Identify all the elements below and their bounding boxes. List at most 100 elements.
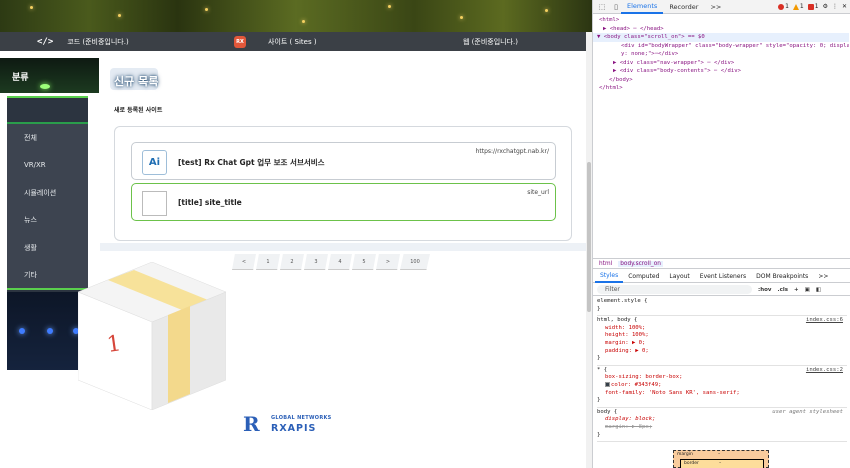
dom-line[interactable]: <div id="bodyWrapper" class="body-wrappe… [599, 42, 849, 51]
rule-selector[interactable]: element.style { [597, 298, 847, 306]
tab-layout[interactable]: Layout [664, 270, 694, 283]
styles-filter-bar: Filter :hov .cls + ▣ ◧ [593, 284, 850, 296]
dom-line[interactable]: </body> [599, 76, 849, 85]
breadcrumb: html body.scroll_on [593, 258, 850, 269]
dom-line-selected[interactable]: ▼ <body class="scroll_on"> == $0 [593, 33, 849, 42]
styles-pane: element.style { } index.css:6 html, body… [597, 297, 847, 443]
rule-close: } [597, 355, 601, 362]
dom-line[interactable]: ▶ <head> ⋯ </head> [599, 25, 849, 34]
rule-source-link[interactable]: index.css:6 [806, 317, 843, 325]
page-button-4[interactable]: 4 [328, 254, 352, 270]
dom-line[interactable]: ▶ <div class="body-contents"> ⋯ </div> [599, 67, 849, 76]
add-rule-button[interactable]: + [794, 287, 799, 293]
dom-line[interactable]: y: none;">⋯</div> [599, 50, 849, 59]
error-icon [778, 3, 785, 10]
style-property[interactable]: color: #343f49; [597, 381, 847, 390]
paint-icon[interactable]: ▣ [805, 287, 810, 293]
style-property[interactable]: padding: ▶ 0; [597, 348, 847, 356]
rule-close: } [597, 397, 601, 404]
page-prev-button[interactable]: < [232, 254, 256, 270]
sidebar: 전체 VR/XR 시뮬레이션 뉴스 생활 기타 [7, 96, 88, 370]
nav-code[interactable]: </> 코드 (준비중입니다.) [37, 32, 129, 51]
box-model-margin-value[interactable]: – [718, 452, 720, 457]
filter-input[interactable]: Filter [597, 285, 752, 294]
style-property[interactable]: width: 100%; [597, 325, 847, 333]
style-property[interactable]: display: block; [597, 416, 847, 424]
style-property[interactable]: height: 100%; [597, 332, 847, 340]
box-model-border-value[interactable]: – [719, 461, 721, 466]
page-button-2[interactable]: 2 [280, 254, 304, 270]
tab-computed[interactable]: Computed [623, 270, 664, 283]
sidebar-toggle-icon[interactable]: ◧ [816, 287, 821, 293]
rule-close: } [597, 431, 601, 438]
sidebar-item-life[interactable]: 생활 [7, 234, 88, 262]
page-heading: 신규 목록 [114, 75, 159, 88]
crumb-body[interactable]: body.scroll_on [618, 260, 663, 267]
device-toggle-icon[interactable]: ▯ [611, 2, 621, 12]
nav-code-label: 코드 (준비중입니다.) [67, 37, 129, 46]
sidebar-menu: 전체 VR/XR 시뮬레이션 뉴스 생활 기타 [7, 122, 88, 290]
box-model-border-label: border [684, 461, 699, 466]
color-swatch-icon[interactable] [605, 381, 610, 387]
rule-source-link[interactable]: index.css:2 [806, 367, 843, 375]
tab-elements[interactable]: Elements [621, 0, 664, 14]
more-tabs-button[interactable]: >> [704, 0, 727, 14]
warning-count: 1 [799, 3, 804, 10]
page-button-5[interactable]: 5 [352, 254, 376, 270]
styles-tabs: Styles Computed Layout Event Listeners D… [593, 270, 850, 283]
tab-event-listeners[interactable]: Event Listeners [695, 270, 751, 283]
kebab-menu-icon[interactable]: ⋮ [832, 3, 838, 10]
sidebar-item-vrxr[interactable]: VR/XR [7, 152, 88, 180]
gear-icon[interactable]: ⚙ [823, 3, 828, 10]
dom-line[interactable]: ▶ <div class="nav-wrapper"> ⋯ </div> [599, 59, 849, 68]
pagination: < 1 2 3 4 5 > 100 [232, 254, 430, 270]
tab-styles[interactable]: Styles [595, 270, 624, 283]
inspect-icon[interactable]: ⬚ [597, 2, 607, 12]
issue-badges[interactable]: 1 1 1 ⚙ ⋮ ✕ [778, 3, 850, 10]
close-icon[interactable]: ✕ [842, 3, 847, 10]
style-property-overridden[interactable]: margin: ▶ 8px; [597, 424, 847, 432]
logo-line1: GLOBAL NETWORKS [271, 415, 332, 421]
tab-recorder[interactable]: Recorder [663, 0, 704, 14]
warning-icon [792, 3, 799, 10]
cls-toggle[interactable]: .cls [777, 287, 788, 293]
top-navigation: </> 코드 (준비중입니다.) RX 사이트 ( Sites ) 웹 (준비중… [0, 32, 586, 51]
style-property[interactable]: margin: ▶ 0; [597, 340, 847, 348]
dom-line[interactable]: <html> [599, 16, 849, 25]
tab-dom-breakpoints[interactable]: DOM Breakpoints [751, 270, 813, 283]
sidebar-title: 분류 [0, 58, 99, 93]
dom-line[interactable]: </html> [599, 84, 849, 93]
style-rule: index.css:2 * { box-sizing: border-box; … [597, 366, 847, 408]
nav-web-label: 웹 (준비중입니다.) [463, 37, 518, 46]
nav-sites[interactable]: RX 사이트 ( Sites ) [234, 32, 317, 51]
sidebar-item-all[interactable]: 전체 [7, 124, 88, 152]
logo-mark: R [243, 412, 260, 436]
page-button-3[interactable]: 3 [304, 254, 328, 270]
site-list-panel: Ai [test] Rx Chat Gpt 업무 보조 서브서비스 https:… [114, 126, 572, 241]
nav-web[interactable]: 웹 (준비중입니다.) [463, 32, 518, 51]
site-card-url[interactable]: https://rxchatgpt.nab.kr/ [476, 148, 549, 155]
website-viewport: </> 코드 (준비중입니다.) RX 사이트 ( Sites ) 웹 (준비중… [0, 0, 592, 468]
sidebar-item-simulation[interactable]: 시뮬레이션 [7, 179, 88, 207]
site-card[interactable]: [title] site_title site_url [131, 183, 556, 221]
sidebar-item-news[interactable]: 뉴스 [7, 207, 88, 235]
nav-sites-label: 사이트 ( Sites ) [268, 37, 317, 46]
site-card[interactable]: Ai [test] Rx Chat Gpt 업무 보조 서브서비스 https:… [131, 142, 556, 180]
site-card-url[interactable]: site_url [527, 189, 549, 196]
style-property[interactable]: box-sizing: border-box; [597, 374, 847, 382]
page-button-100[interactable]: 100 [400, 254, 430, 270]
crumb-html[interactable]: html [599, 261, 612, 267]
more-panel-tabs[interactable]: >> [813, 270, 833, 283]
style-rule: index.css:6 html, body { width: 100%; he… [597, 316, 847, 366]
section-subtitle: 새로 등록된 사이트 [114, 107, 163, 114]
site-card-title: [title] site_title [178, 198, 242, 207]
page-next-button[interactable]: > [376, 254, 400, 270]
sidebar-item-etc[interactable]: 기타 [7, 262, 88, 290]
hov-toggle[interactable]: :hov [758, 287, 771, 293]
box-model-border: border – [680, 459, 764, 468]
style-property[interactable]: font-family: 'Noto Sans KR', sans-serif; [597, 390, 847, 398]
scrollbar-thumb[interactable] [587, 162, 591, 312]
glow-decoration [40, 84, 50, 89]
dom-tree: <html> ▶ <head> ⋯ </head> ▼ <body class=… [593, 16, 849, 93]
page-button-1[interactable]: 1 [256, 254, 280, 270]
